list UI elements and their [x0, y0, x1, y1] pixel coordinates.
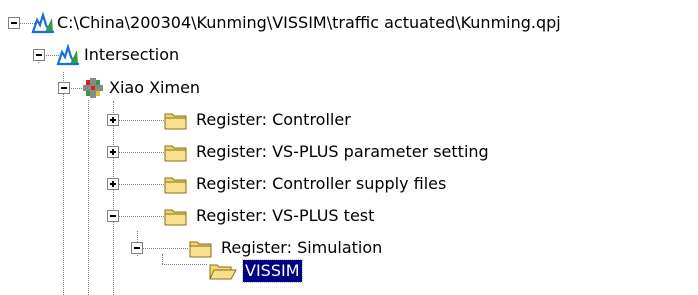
- open-folder-icon: [209, 260, 237, 282]
- expand-toggle[interactable]: [107, 114, 119, 126]
- expand-toggle[interactable]: [107, 146, 119, 158]
- folder-icon: [164, 141, 188, 163]
- tree-connector-line: [162, 264, 207, 265]
- collapse-toggle[interactable]: [33, 49, 45, 61]
- tree-node-label[interactable]: Xiao Ximen: [109, 77, 200, 99]
- tree-node-label[interactable]: Register: Controller: [196, 109, 351, 131]
- tree-connector-line: [119, 216, 164, 217]
- tree-node-label[interactable]: Register: Simulation: [221, 237, 382, 259]
- tree-node-label-selected[interactable]: VISSIM: [242, 259, 303, 283]
- traffic-junction-icon: [81, 77, 105, 99]
- intersection-icon: [56, 44, 80, 66]
- tree-node-label[interactable]: Register: VS-PLUS parameter setting: [196, 141, 489, 163]
- tree-connector-line: [143, 248, 188, 249]
- tree-connector-line: [119, 184, 164, 185]
- tree-node-label[interactable]: Register: Controller supply files: [196, 173, 446, 195]
- collapse-toggle[interactable]: [8, 17, 20, 29]
- folder-icon: [164, 173, 188, 195]
- folder-icon: [189, 237, 213, 259]
- folder-icon: [164, 205, 188, 227]
- tree-node-label[interactable]: Register: VS-PLUS test: [196, 205, 374, 227]
- expand-toggle[interactable]: [107, 178, 119, 190]
- tree-connector-line: [63, 72, 64, 295]
- tree-node-label[interactable]: C:\China\200304\Kunming\VISSIM\traffic a…: [57, 12, 561, 34]
- tree-connector-line: [88, 100, 89, 295]
- tree-connector-line: [162, 254, 163, 264]
- collapse-toggle[interactable]: [107, 210, 119, 222]
- collapse-toggle[interactable]: [58, 82, 70, 94]
- collapse-toggle[interactable]: [131, 242, 143, 254]
- project-icon: [31, 12, 55, 34]
- tree-connector-line: [119, 152, 164, 153]
- tree-node-label[interactable]: Intersection: [84, 44, 179, 66]
- project-tree-view[interactable]: C:\China\200304\Kunming\VISSIM\traffic a…: [0, 0, 698, 295]
- tree-connector-line: [119, 120, 164, 121]
- folder-icon: [164, 109, 188, 131]
- tree-connector-line: [113, 101, 114, 295]
